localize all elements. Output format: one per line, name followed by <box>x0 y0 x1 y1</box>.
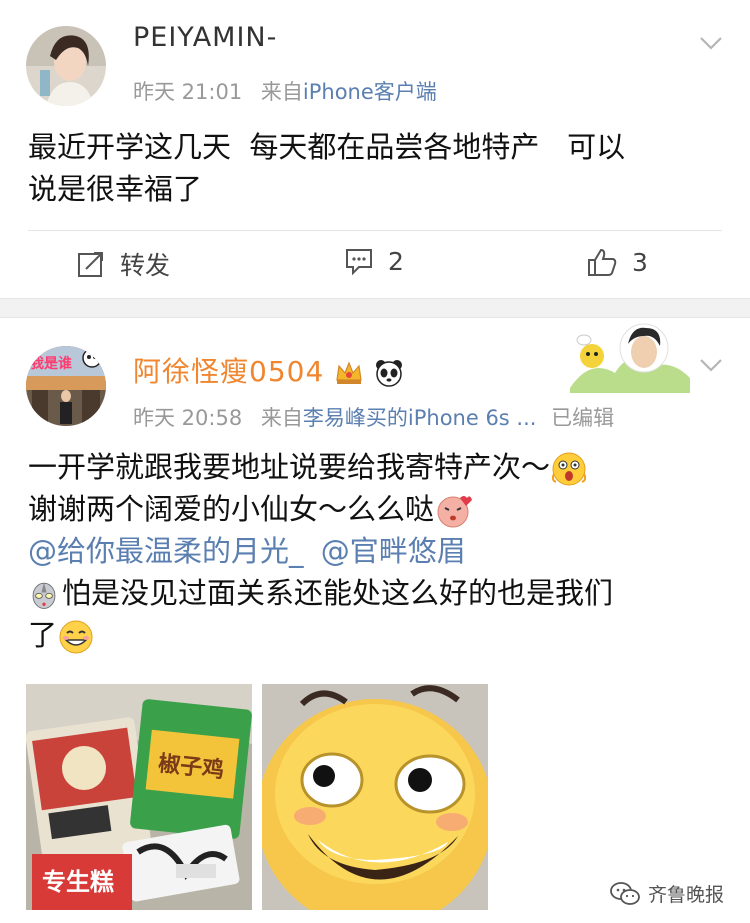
repost-label: 转发 <box>120 251 171 280</box>
username-text: 阿徐怪瘦0504 <box>133 355 325 388</box>
comment-icon <box>346 249 372 276</box>
avatar[interactable] <box>26 26 106 106</box>
comment-button[interactable]: 2 <box>344 246 404 276</box>
post-text-line: 一开学就跟我要地址说要给我寄特产次～ <box>28 446 728 488</box>
surprised-emoji-icon <box>551 452 587 486</box>
post-text-segment: 谢谢两个阔爱的小仙女～么么哒 <box>28 492 435 526</box>
chevron-down-icon[interactable] <box>698 352 724 378</box>
watermark: 齐鲁晚报 <box>610 880 724 907</box>
comment-count: 2 <box>388 246 404 276</box>
repost-icon <box>78 252 103 277</box>
post-time: 昨天 21:01 <box>133 80 243 104</box>
post-text-line: 了 <box>28 614 728 656</box>
source-prefix: 来自 <box>260 406 303 430</box>
thumbs-up-icon <box>588 248 617 276</box>
post-text-segment: 了 <box>28 618 58 652</box>
kiss-emoji-icon <box>437 496 473 528</box>
weibo-post: 我是谁 阿徐怪瘦0504 昨天 20:58 来自李易峰买的iPhone 6s .… <box>0 318 750 923</box>
grin-emoji-icon <box>59 620 93 654</box>
post-text: 一开学就跟我要地址说要给我寄特产次～ 谢谢两个阔爱的小仙女～么么哒 @给你最温柔… <box>28 446 728 656</box>
avatar[interactable]: 我是谁 <box>26 346 106 426</box>
post-time: 昨天 20:58 <box>133 406 243 430</box>
like-count: 3 <box>632 247 648 277</box>
post-text-line: 怕是没见过面关系还能处这么好的也是我们 <box>28 572 728 614</box>
panda-badge-icon[interactable] <box>374 359 404 387</box>
post-text-line: 谢谢两个阔爱的小仙女～么么哒 <box>28 488 728 530</box>
post-meta: 昨天 21:01 来自iPhone客户端 <box>133 76 437 106</box>
divider <box>28 230 722 231</box>
avatar-text: 我是谁 <box>30 355 72 372</box>
post-text-segment: 怕是没见过面关系还能处这么好的也是我们 <box>62 576 614 610</box>
post-text-line: 最近开学这几天 每天都在品尝各地特产 可以 <box>28 130 626 164</box>
post-text-line: 说是很幸福了 <box>28 172 203 206</box>
mention-line: @给你最温柔的月光_ @官畔悠眉 <box>28 530 728 572</box>
watermark-text: 齐鲁晚报 <box>647 884 724 906</box>
post-separator <box>0 298 750 318</box>
decoration-card <box>570 318 690 393</box>
post-source[interactable]: iPhone客户端 <box>303 80 437 104</box>
user-mention-link[interactable]: @官畔悠眉 <box>321 534 466 568</box>
source-prefix: 来自 <box>260 80 303 104</box>
post-image[interactable]: 椒子鸡 专生糕 <box>26 684 252 910</box>
crown-badge-icon[interactable] <box>334 360 364 386</box>
repost-button[interactable]: 转发 <box>76 246 170 282</box>
like-button[interactable]: 3 <box>586 246 648 278</box>
post-image[interactable] <box>262 684 488 910</box>
package-label: 专生糕 <box>42 868 114 896</box>
post-text: 最近开学这几天 每天都在品尝各地特产 可以 说是很幸福了 <box>28 126 728 210</box>
username[interactable]: PEIYAMIN- <box>133 22 277 53</box>
username[interactable]: 阿徐怪瘦0504 <box>133 350 404 390</box>
action-bar: 转发 2 3 <box>0 240 750 290</box>
post-source[interactable]: 李易峰买的iPhone 6s ... <box>303 406 537 430</box>
user-mention-link[interactable]: @给你最温柔的月光_ <box>28 534 304 568</box>
ultraman-emoji-icon <box>32 582 56 609</box>
post-meta: 昨天 20:58 来自李易峰买的iPhone 6s ... 已编辑 <box>133 402 614 432</box>
wechat-icon <box>610 881 640 905</box>
chevron-down-icon[interactable] <box>698 30 724 56</box>
weibo-post: PEIYAMIN- 昨天 21:01 来自iPhone客户端 最近开学这几天 每… <box>0 0 750 298</box>
post-text-segment: 一开学就跟我要地址说要给我寄特产次～ <box>28 450 551 484</box>
edited-label: 已编辑 <box>551 406 615 430</box>
